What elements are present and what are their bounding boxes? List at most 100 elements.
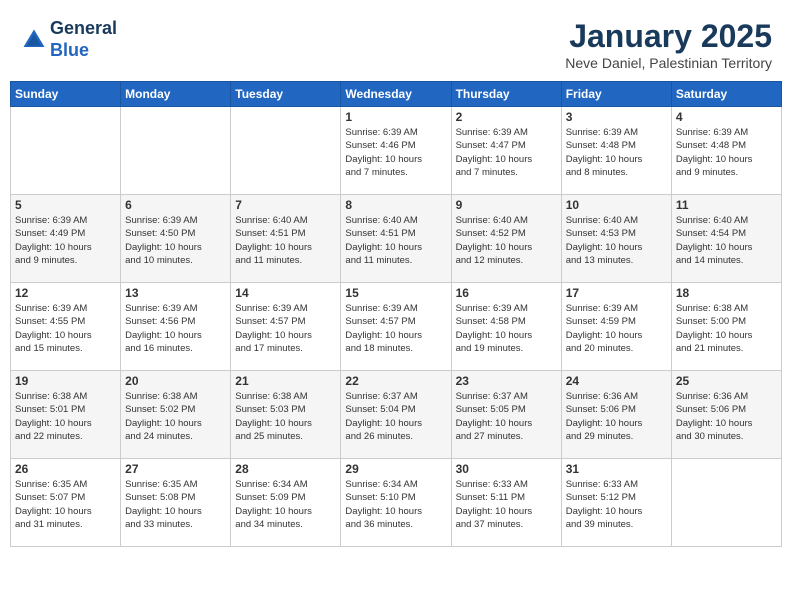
day-info: Sunrise: 6:40 AM Sunset: 4:54 PM Dayligh… (676, 214, 777, 267)
day-info: Sunrise: 6:36 AM Sunset: 5:06 PM Dayligh… (566, 390, 667, 443)
day-info: Sunrise: 6:40 AM Sunset: 4:51 PM Dayligh… (345, 214, 446, 267)
calendar-cell: 2 Sunrise: 6:39 AM Sunset: 4:47 PM Daylig… (451, 107, 561, 195)
calendar-cell (671, 459, 781, 547)
day-info: Sunrise: 6:39 AM Sunset: 4:46 PM Dayligh… (345, 126, 446, 179)
weekday-header-thursday: Thursday (451, 82, 561, 107)
day-number: 1 (345, 110, 446, 124)
weekday-header-saturday: Saturday (671, 82, 781, 107)
calendar-cell: 13 Sunrise: 6:39 AM Sunset: 4:56 PM Dayli… (121, 283, 231, 371)
day-number: 23 (456, 374, 557, 388)
logo-icon (20, 26, 48, 54)
calendar-cell: 9 Sunrise: 6:40 AM Sunset: 4:52 PM Daylig… (451, 195, 561, 283)
day-info: Sunrise: 6:39 AM Sunset: 4:59 PM Dayligh… (566, 302, 667, 355)
calendar-cell: 29 Sunrise: 6:34 AM Sunset: 5:10 PM Dayli… (341, 459, 451, 547)
day-info: Sunrise: 6:37 AM Sunset: 5:04 PM Dayligh… (345, 390, 446, 443)
weekday-header-wednesday: Wednesday (341, 82, 451, 107)
day-number: 19 (15, 374, 116, 388)
calendar-cell (231, 107, 341, 195)
calendar-cell: 31 Sunrise: 6:33 AM Sunset: 5:12 PM Dayli… (561, 459, 671, 547)
calendar-cell: 1 Sunrise: 6:39 AM Sunset: 4:46 PM Daylig… (341, 107, 451, 195)
calendar-cell (11, 107, 121, 195)
calendar-cell: 3 Sunrise: 6:39 AM Sunset: 4:48 PM Daylig… (561, 107, 671, 195)
day-number: 10 (566, 198, 667, 212)
day-info: Sunrise: 6:33 AM Sunset: 5:11 PM Dayligh… (456, 478, 557, 531)
day-number: 20 (125, 374, 226, 388)
calendar-cell: 21 Sunrise: 6:38 AM Sunset: 5:03 PM Dayli… (231, 371, 341, 459)
day-number: 6 (125, 198, 226, 212)
weekday-header-tuesday: Tuesday (231, 82, 341, 107)
weekday-header-monday: Monday (121, 82, 231, 107)
day-number: 8 (345, 198, 446, 212)
page-header: General Blue January 2025 Neve Daniel, P… (10, 10, 782, 75)
day-info: Sunrise: 6:39 AM Sunset: 4:49 PM Dayligh… (15, 214, 116, 267)
day-number: 2 (456, 110, 557, 124)
day-info: Sunrise: 6:35 AM Sunset: 5:08 PM Dayligh… (125, 478, 226, 531)
day-number: 24 (566, 374, 667, 388)
day-info: Sunrise: 6:34 AM Sunset: 5:10 PM Dayligh… (345, 478, 446, 531)
calendar-cell: 30 Sunrise: 6:33 AM Sunset: 5:11 PM Dayli… (451, 459, 561, 547)
logo-text-general: General (50, 18, 117, 40)
location-subtitle: Neve Daniel, Palestinian Territory (565, 55, 772, 71)
day-info: Sunrise: 6:40 AM Sunset: 4:53 PM Dayligh… (566, 214, 667, 267)
calendar-cell: 25 Sunrise: 6:36 AM Sunset: 5:06 PM Dayli… (671, 371, 781, 459)
day-number: 29 (345, 462, 446, 476)
calendar-week-2: 5Sunrise: 6:39 AM Sunset: 4:49 PM Daylig… (11, 195, 782, 283)
day-info: Sunrise: 6:38 AM Sunset: 5:00 PM Dayligh… (676, 302, 777, 355)
calendar-cell (121, 107, 231, 195)
day-info: Sunrise: 6:39 AM Sunset: 4:55 PM Dayligh… (15, 302, 116, 355)
weekday-header-friday: Friday (561, 82, 671, 107)
day-number: 9 (456, 198, 557, 212)
day-number: 15 (345, 286, 446, 300)
calendar-cell: 4Sunrise: 6:39 AM Sunset: 4:48 PM Daylig… (671, 107, 781, 195)
calendar-cell: 24 Sunrise: 6:36 AM Sunset: 5:06 PM Dayli… (561, 371, 671, 459)
day-number: 21 (235, 374, 336, 388)
day-info: Sunrise: 6:40 AM Sunset: 4:51 PM Dayligh… (235, 214, 336, 267)
day-number: 28 (235, 462, 336, 476)
day-number: 25 (676, 374, 777, 388)
title-block: January 2025 Neve Daniel, Palestinian Te… (565, 18, 772, 71)
calendar-cell: 19 Sunrise: 6:38 AM Sunset: 5:01 PM Dayli… (11, 371, 121, 459)
calendar-cell: 15Sunrise: 6:39 AM Sunset: 4:57 PM Dayli… (341, 283, 451, 371)
calendar-cell: 26 Sunrise: 6:35 AM Sunset: 5:07 PM Dayli… (11, 459, 121, 547)
calendar-cell: 11Sunrise: 6:40 AM Sunset: 4:54 PM Dayli… (671, 195, 781, 283)
calendar-cell: 10 Sunrise: 6:40 AM Sunset: 4:53 PM Dayli… (561, 195, 671, 283)
day-info: Sunrise: 6:40 AM Sunset: 4:52 PM Dayligh… (456, 214, 557, 267)
day-number: 31 (566, 462, 667, 476)
day-info: Sunrise: 6:39 AM Sunset: 4:48 PM Dayligh… (566, 126, 667, 179)
weekday-header-row: SundayMondayTuesdayWednesdayThursdayFrid… (11, 82, 782, 107)
day-number: 3 (566, 110, 667, 124)
logo-text-blue: Blue (50, 40, 117, 62)
weekday-header-sunday: Sunday (11, 82, 121, 107)
calendar-cell: 20 Sunrise: 6:38 AM Sunset: 5:02 PM Dayli… (121, 371, 231, 459)
day-info: Sunrise: 6:35 AM Sunset: 5:07 PM Dayligh… (15, 478, 116, 531)
day-number: 18 (676, 286, 777, 300)
calendar-cell: 17Sunrise: 6:39 AM Sunset: 4:59 PM Dayli… (561, 283, 671, 371)
day-info: Sunrise: 6:39 AM Sunset: 4:57 PM Dayligh… (235, 302, 336, 355)
calendar-cell: 27Sunrise: 6:35 AM Sunset: 5:08 PM Dayli… (121, 459, 231, 547)
day-info: Sunrise: 6:39 AM Sunset: 4:47 PM Dayligh… (456, 126, 557, 179)
day-number: 26 (15, 462, 116, 476)
calendar-cell: 22 Sunrise: 6:37 AM Sunset: 5:04 PM Dayli… (341, 371, 451, 459)
day-number: 30 (456, 462, 557, 476)
day-info: Sunrise: 6:38 AM Sunset: 5:03 PM Dayligh… (235, 390, 336, 443)
day-info: Sunrise: 6:39 AM Sunset: 4:56 PM Dayligh… (125, 302, 226, 355)
day-info: Sunrise: 6:39 AM Sunset: 4:50 PM Dayligh… (125, 214, 226, 267)
calendar-cell: 8 Sunrise: 6:40 AM Sunset: 4:51 PM Daylig… (341, 195, 451, 283)
calendar-week-4: 19 Sunrise: 6:38 AM Sunset: 5:01 PM Dayli… (11, 371, 782, 459)
day-info: Sunrise: 6:36 AM Sunset: 5:06 PM Dayligh… (676, 390, 777, 443)
day-number: 13 (125, 286, 226, 300)
day-info: Sunrise: 6:38 AM Sunset: 5:01 PM Dayligh… (15, 390, 116, 443)
calendar-cell: 14Sunrise: 6:39 AM Sunset: 4:57 PM Dayli… (231, 283, 341, 371)
day-info: Sunrise: 6:38 AM Sunset: 5:02 PM Dayligh… (125, 390, 226, 443)
day-number: 12 (15, 286, 116, 300)
calendar-cell: 5Sunrise: 6:39 AM Sunset: 4:49 PM Daylig… (11, 195, 121, 283)
logo: General Blue (20, 18, 117, 61)
calendar-cell: 16Sunrise: 6:39 AM Sunset: 4:58 PM Dayli… (451, 283, 561, 371)
month-title: January 2025 (565, 18, 772, 55)
calendar-week-5: 26 Sunrise: 6:35 AM Sunset: 5:07 PM Dayli… (11, 459, 782, 547)
day-info: Sunrise: 6:39 AM Sunset: 4:58 PM Dayligh… (456, 302, 557, 355)
calendar-cell: 12 Sunrise: 6:39 AM Sunset: 4:55 PM Dayli… (11, 283, 121, 371)
day-info: Sunrise: 6:33 AM Sunset: 5:12 PM Dayligh… (566, 478, 667, 531)
day-number: 22 (345, 374, 446, 388)
calendar-cell: 23Sunrise: 6:37 AM Sunset: 5:05 PM Dayli… (451, 371, 561, 459)
